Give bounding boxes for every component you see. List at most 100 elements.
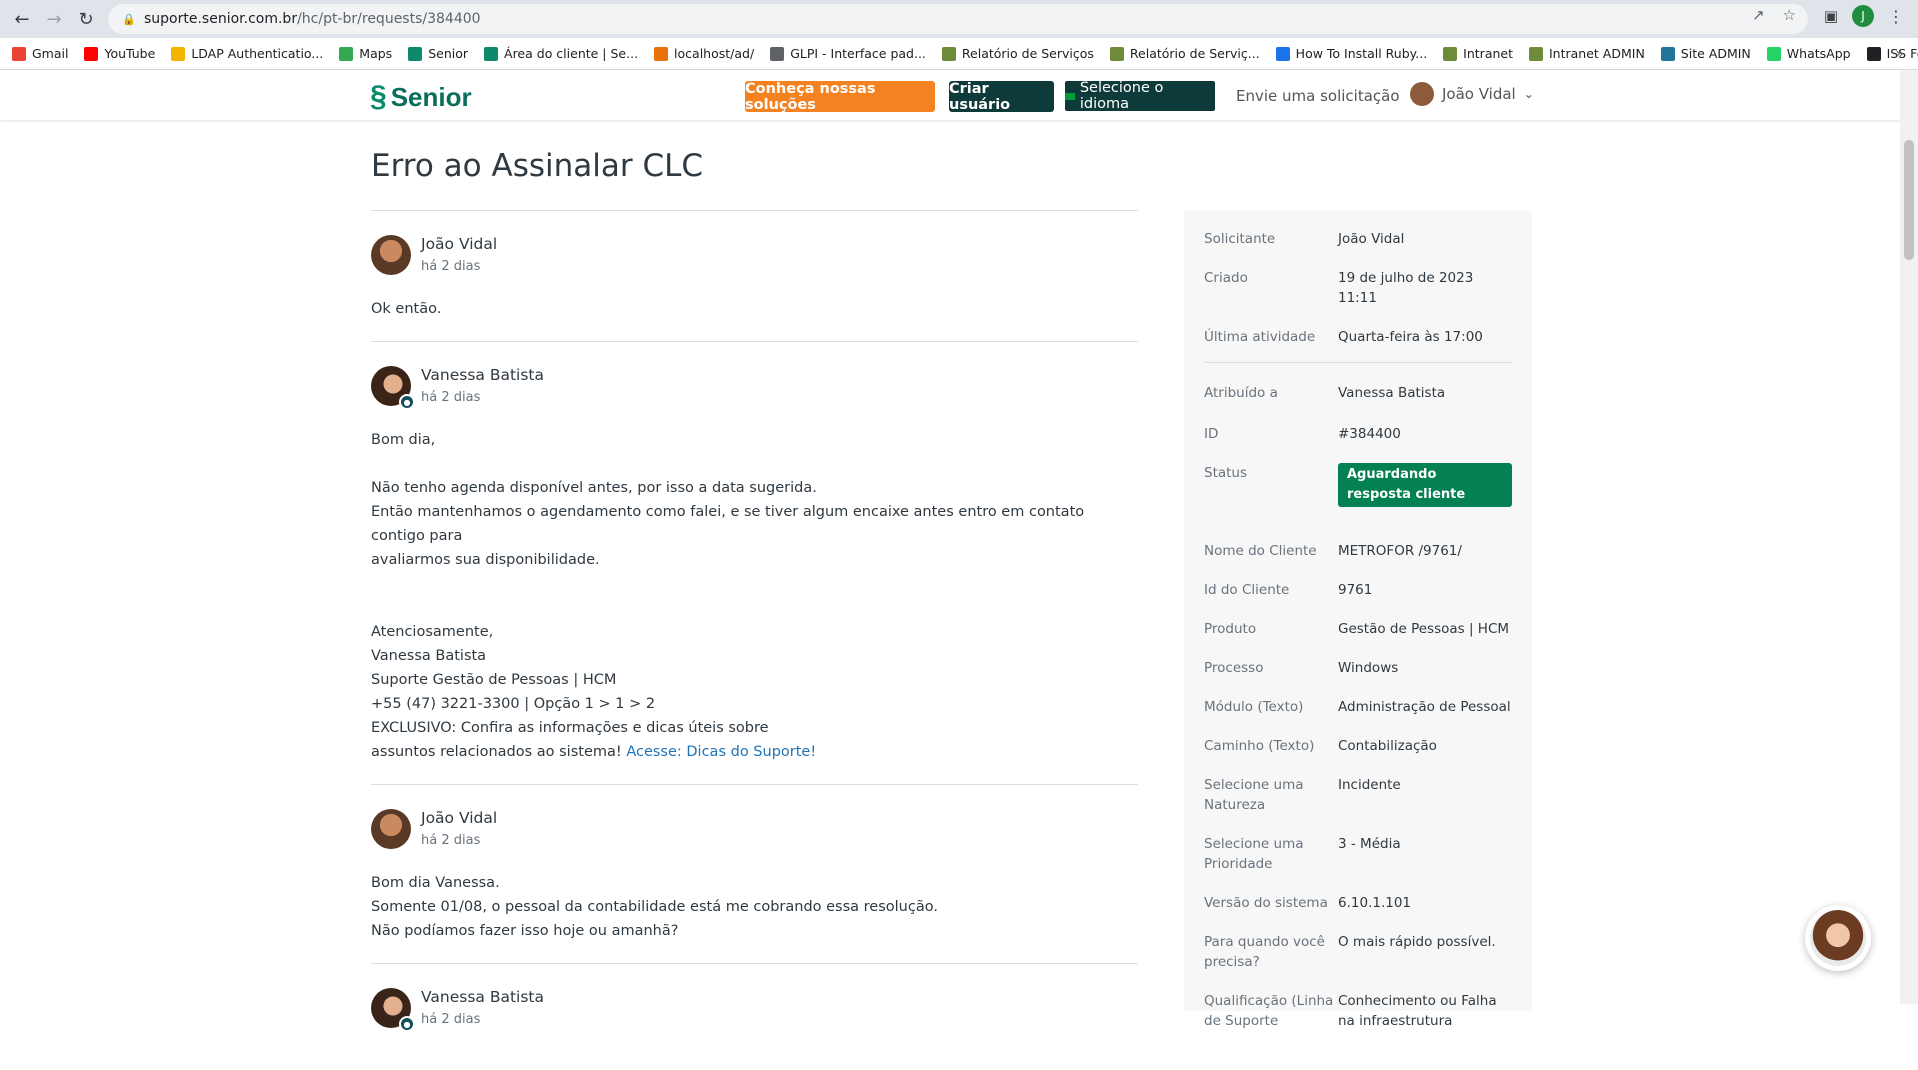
bookmark-item[interactable]: Site ADMIN	[1660, 46, 1751, 61]
comment-line: Não podíamos fazer isso hoje ou amanhã?	[371, 919, 1138, 943]
detail-value: João Vidal	[1338, 231, 1405, 247]
bookmark-label: Relatório de Serviç...	[1129, 46, 1260, 61]
folder-icon	[171, 46, 186, 61]
bookmark-label: How To Install Ruby...	[1295, 46, 1428, 61]
user-menu[interactable]: João Vidal ⌄	[1410, 82, 1534, 106]
bookmark-star-icon[interactable]: ☆	[1783, 6, 1796, 24]
status-badge: Aguardando resposta cliente	[1338, 463, 1512, 507]
address-bar[interactable]: 🔒 suporte.senior.com.br/hc/pt-br/request…	[108, 4, 1808, 34]
back-icon[interactable]: ←	[6, 3, 38, 35]
detail-when: Para quando você precisa? O mais rápido p…	[1204, 932, 1512, 972]
profile-avatar[interactable]: J	[1852, 5, 1874, 27]
bookmark-item[interactable]: ISS Fortaleza	[1866, 46, 1918, 61]
senior-icon	[484, 46, 499, 61]
bookmark-item[interactable]: Intranet	[1443, 46, 1513, 61]
flag-icon	[1065, 92, 1075, 100]
logo-text: Senior	[390, 81, 472, 112]
bookmark-item[interactable]: GLPI - Interface pad...	[770, 46, 926, 61]
comment-header: ● Vanessa Batista há 2 dias	[371, 366, 1138, 410]
bookmark-item[interactable]: Relatório de Serviços	[941, 46, 1094, 61]
detail-nature: Selecione uma Natureza Incidente	[1204, 775, 1512, 815]
senior-logo-icon: §	[370, 80, 387, 113]
detail-label: Id do Cliente	[1204, 582, 1290, 598]
share-icon[interactable]: ↗	[1752, 6, 1765, 24]
comment-header: ● Vanessa Batista há 2 dias	[371, 988, 1138, 1032]
side-panel-icon[interactable]: ▣	[1824, 7, 1838, 25]
language-button[interactable]: Selecione o idioma	[1065, 80, 1215, 112]
detail-value: Contabilização	[1338, 738, 1437, 754]
senior-icon	[408, 46, 423, 61]
page-scrollbar[interactable]	[1900, 70, 1918, 1004]
comment-line: assuntos relacionados ao sistema! Acesse…	[371, 740, 1138, 764]
comment-text: assuntos relacionados ao sistema!	[371, 744, 622, 760]
detail-label: Processo	[1204, 660, 1264, 676]
chat-widget-button[interactable]	[1805, 905, 1871, 971]
detail-value: 19 de julho de 2023 11:11	[1338, 270, 1474, 306]
detail-label: Módulo (Texto)	[1204, 699, 1304, 715]
comment-header: João Vidal há 2 dias	[371, 809, 1138, 849]
localhost-icon	[654, 46, 669, 61]
bookmark-label: LDAP Authenticatio...	[191, 46, 324, 61]
detail-label: Produto	[1204, 621, 1257, 637]
comment-line: Ok então.	[371, 297, 1138, 321]
detail-value: #384400	[1338, 426, 1401, 442]
bookmark-item[interactable]: Maps	[339, 46, 392, 61]
avatar	[371, 809, 411, 849]
detail-path: Caminho (Texto) Contabilização	[1204, 736, 1512, 756]
bookmark-item[interactable]: How To Install Ruby...	[1275, 46, 1428, 61]
support-agent-avatar-icon	[1810, 910, 1866, 966]
comment-header: João Vidal há 2 dias	[371, 235, 1138, 275]
solutions-button[interactable]: Conheça nossas soluções	[745, 81, 935, 113]
bookmark-label: Maps	[359, 46, 393, 61]
detail-label: Solicitante	[1204, 231, 1276, 247]
comment-line: Suporte Gestão de Pessoas | HCM	[371, 668, 1138, 692]
comment-line	[371, 572, 1138, 596]
detail-process: Processo Windows	[1204, 658, 1512, 678]
user-name: João Vidal	[1442, 85, 1516, 103]
comment-line	[371, 596, 1138, 620]
detail-module: Módulo (Texto) Administração de Pessoal	[1204, 697, 1512, 717]
glpi-icon	[770, 46, 785, 61]
comment-author: João Vidal	[421, 235, 498, 253]
create-user-button[interactable]: Criar usuário	[949, 81, 1054, 113]
scrollbar-thumb[interactable]	[1904, 140, 1914, 260]
detail-label: Caminho (Texto)	[1204, 738, 1315, 754]
bookmarks-overflow-icon[interactable]: »	[1895, 46, 1904, 62]
bookmark-item[interactable]: Área do cliente | Se...	[484, 46, 638, 61]
detail-value: Administração de Pessoal	[1338, 699, 1511, 715]
bookmark-label: WhatsApp	[1786, 46, 1851, 61]
reload-icon[interactable]: ↻	[70, 3, 102, 35]
comment-line: EXCLUSIVO: Confira as informações e dica…	[371, 716, 1138, 740]
bookmark-item[interactable]: WhatsApp	[1766, 46, 1851, 61]
bookmark-item[interactable]: localhost/ad/	[654, 46, 754, 61]
url-path: /hc/pt-br/requests/384400	[297, 11, 481, 27]
ruby-icon	[1275, 46, 1290, 61]
bookmark-item[interactable]: Senior	[408, 46, 468, 61]
detail-version: Versão do sistema 6.10.1.101	[1204, 893, 1512, 913]
detail-value: Quarta-feira às 17:00	[1338, 329, 1483, 345]
comment-time: há 2 dias	[421, 390, 481, 405]
bookmark-label: Site ADMIN	[1680, 46, 1751, 61]
detail-label: Qualificação (Linha de Suporte	[1204, 993, 1334, 1029]
comment-text: Não podíamos fazer isso hoje ou amanhã?	[371, 923, 679, 939]
bookmark-item[interactable]: YouTube	[84, 46, 155, 61]
bookmark-item[interactable]: LDAP Authenticatio...	[171, 46, 323, 61]
detail-value: O mais rápido possível.	[1338, 934, 1496, 950]
comment: ● Vanessa Batista há 2 dias	[371, 963, 1138, 1070]
comment-text: Bom dia,	[371, 432, 436, 448]
detail-value: METROFOR /9761/	[1338, 543, 1462, 559]
senior-logo[interactable]: § Senior	[370, 80, 472, 114]
site-header: § Senior Conheça nossas soluções Criar u…	[0, 70, 1900, 120]
comment-time: há 2 dias	[421, 833, 481, 848]
bookmark-item[interactable]: Relatório de Serviç...	[1109, 46, 1260, 61]
comment-line: +55 (47) 3221-3300 | Opção 1 > 1 > 2	[371, 692, 1138, 716]
detail-value: 3 - Média	[1338, 836, 1401, 852]
bookmark-item[interactable]: Intranet ADMIN	[1529, 46, 1645, 61]
forward-icon[interactable]: →	[38, 3, 70, 35]
url-host: suporte.senior.com.br	[144, 11, 298, 27]
bookmark-item[interactable]: Gmail	[12, 46, 68, 61]
menu-kebab-icon[interactable]: ⋮	[1888, 7, 1904, 26]
support-tips-link[interactable]: Acesse: Dicas do Suporte!	[626, 744, 816, 760]
submit-request-link[interactable]: Envie uma solicitação	[1236, 87, 1400, 105]
comment-author: João Vidal	[421, 809, 498, 827]
